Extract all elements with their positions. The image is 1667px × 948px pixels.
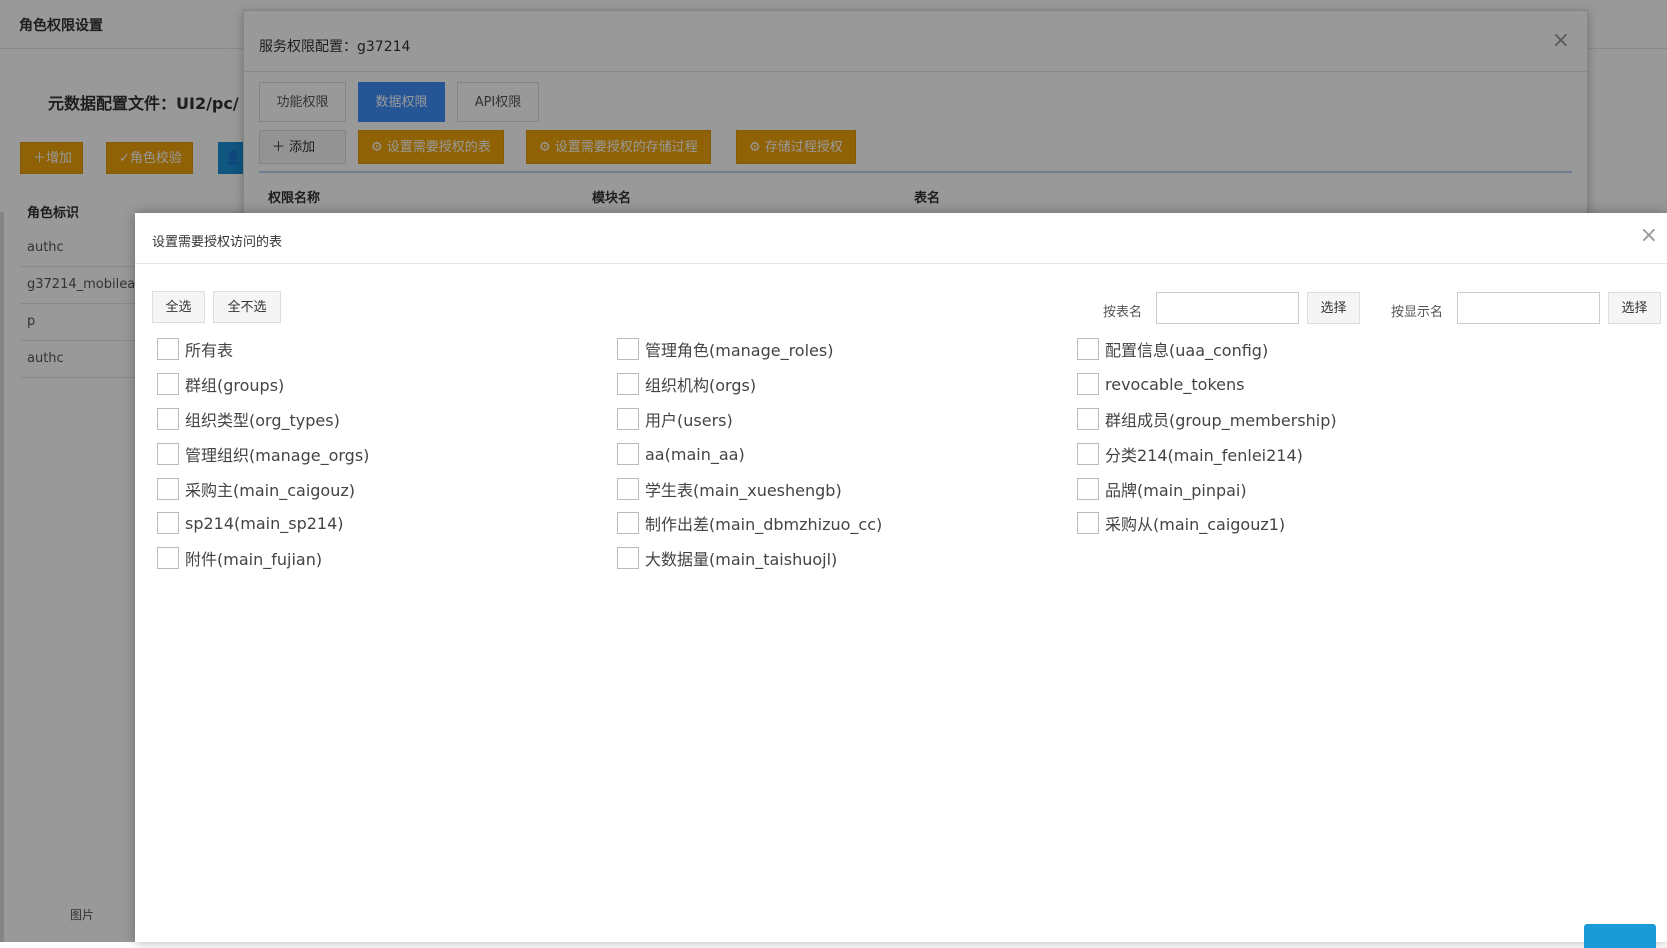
table-checkbox-item[interactable]: 管理组织(manage_orgs) xyxy=(157,440,369,468)
checkbox[interactable] xyxy=(617,512,639,534)
table-checkbox-item[interactable]: aa(main_aa) xyxy=(617,440,745,468)
dialog-title: 设置需要授权访问的表 xyxy=(152,235,283,250)
confirm-button[interactable] xyxy=(1584,924,1656,948)
checkbox[interactable] xyxy=(617,478,639,500)
checkbox[interactable] xyxy=(157,512,179,534)
table-checkbox-item[interactable]: revocable_tokens xyxy=(1077,370,1244,398)
table-checkbox-item[interactable]: 群组成员(group_membership) xyxy=(1077,405,1337,433)
display-name-filter-input[interactable] xyxy=(1457,292,1600,324)
checkbox[interactable] xyxy=(157,408,179,430)
table-checkbox-item[interactable]: 大数据量(main_taishuojl) xyxy=(617,544,837,572)
close-icon[interactable]: × xyxy=(1640,225,1658,247)
checkbox[interactable] xyxy=(617,408,639,430)
filter-by-display-label: 按显示名 xyxy=(1391,305,1444,320)
table-checkbox-item[interactable]: 用户(users) xyxy=(617,405,733,433)
filter-by-name-select-button[interactable]: 选择 xyxy=(1307,292,1360,324)
checkbox[interactable] xyxy=(1077,478,1099,500)
table-checkbox-item[interactable]: 采购主(main_caigouz) xyxy=(157,475,355,503)
table-checkbox-item[interactable]: 所有表 xyxy=(157,335,233,363)
checkbox[interactable] xyxy=(617,373,639,395)
table-checkbox-item[interactable]: 附件(main_fujian) xyxy=(157,544,322,572)
table-checkbox-item[interactable]: 群组(groups) xyxy=(157,370,284,398)
checkbox[interactable] xyxy=(157,443,179,465)
checkbox[interactable] xyxy=(157,338,179,360)
table-name-filter-input[interactable] xyxy=(1156,292,1299,324)
checkbox[interactable] xyxy=(157,373,179,395)
table-checkbox-item[interactable]: 组织机构(orgs) xyxy=(617,370,756,398)
divider xyxy=(135,263,1667,264)
checkbox[interactable] xyxy=(617,547,639,569)
checkbox[interactable] xyxy=(1077,512,1099,534)
checkbox[interactable] xyxy=(157,478,179,500)
checkbox[interactable] xyxy=(1077,373,1099,395)
checkbox[interactable] xyxy=(1077,338,1099,360)
checkbox[interactable] xyxy=(1077,408,1099,430)
table-checkbox-item[interactable]: sp214(main_sp214) xyxy=(157,509,344,537)
checkbox[interactable] xyxy=(617,443,639,465)
table-checkbox-item[interactable]: 采购从(main_caigouz1) xyxy=(1077,509,1285,537)
checkbox[interactable] xyxy=(617,338,639,360)
select-all-button[interactable]: 全选 xyxy=(152,291,205,323)
filter-by-name-label: 按表名 xyxy=(1103,305,1143,320)
table-checkbox-item[interactable]: 配置信息(uaa_config) xyxy=(1077,335,1268,363)
table-checkbox-item[interactable]: 分类214(main_fenlei214) xyxy=(1077,440,1303,468)
checkbox[interactable] xyxy=(1077,443,1099,465)
filter-by-display-select-button[interactable]: 选择 xyxy=(1608,292,1661,324)
checkbox[interactable] xyxy=(157,547,179,569)
table-checkbox-item[interactable]: 管理角色(manage_roles) xyxy=(617,335,833,363)
table-checkbox-item[interactable]: 制作出差(main_dbmzhizuo_cc) xyxy=(617,509,882,537)
table-checkbox-item[interactable]: 学生表(main_xueshengb) xyxy=(617,475,842,503)
table-checkbox-item[interactable]: 品牌(main_pinpai) xyxy=(1077,475,1247,503)
table-access-dialog: 设置需要授权访问的表 × 全选 全不选 按表名 选择 按显示名 选择 所有表 管… xyxy=(135,213,1667,948)
select-none-button[interactable]: 全不选 xyxy=(213,291,281,323)
table-checkbox-item[interactable]: 组织类型(org_types) xyxy=(157,405,340,433)
